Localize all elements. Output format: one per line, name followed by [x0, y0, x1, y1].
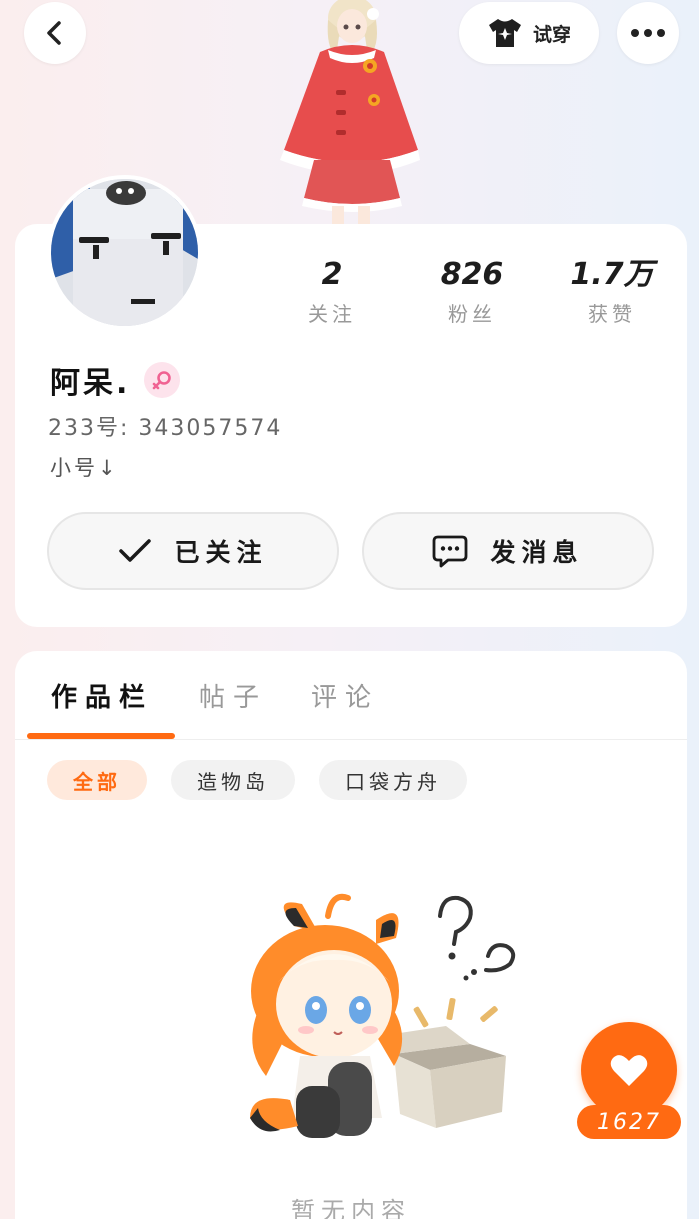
empty-state-text: 暂无内容 — [291, 1197, 411, 1219]
like-button[interactable] — [581, 1022, 677, 1118]
character-avatar-figure[interactable] — [270, 0, 430, 225]
user-avatar[interactable] — [47, 175, 202, 330]
like-count: 1627 — [577, 1105, 681, 1139]
stat-followers[interactable]: 826 粉丝 — [402, 258, 542, 327]
tab-posts[interactable]: 帖子 — [199, 677, 267, 714]
followed-button[interactable]: 已关注 — [47, 512, 339, 590]
profile-stats: 2 关注 826 粉丝 1.7万 获赞 — [262, 258, 682, 327]
stat-followers-label: 粉丝 — [448, 302, 496, 326]
send-message-label: 发消息 — [490, 538, 584, 567]
try-on-button[interactable]: 试穿 — [459, 2, 599, 64]
filter-pocket-ark[interactable]: 口袋方舟 — [319, 760, 467, 800]
followed-button-label: 已关注 — [174, 538, 268, 567]
chevron-left-icon — [47, 21, 61, 45]
heart-icon — [610, 1055, 648, 1086]
tab-comments[interactable]: 评论 — [311, 677, 379, 714]
avatar-image — [51, 179, 198, 326]
username: 阿呆. — [50, 366, 131, 401]
try-on-label: 试穿 — [532, 23, 571, 46]
more-options-button[interactable] — [617, 2, 679, 64]
empty-state-illustration — [250, 893, 516, 1138]
back-button[interactable] — [24, 2, 86, 64]
filter-all[interactable]: 全部 — [47, 760, 147, 800]
checkmark-icon — [119, 539, 152, 562]
active-tab-indicator — [27, 733, 175, 739]
stat-following-label: 关注 — [308, 302, 356, 326]
stat-likes[interactable]: 1.7万 获赞 — [542, 258, 682, 327]
user-id: 233号: 343057574 — [48, 416, 283, 441]
content-tabs: 作品栏 帖子 评论 — [15, 651, 687, 740]
filter-creation-island[interactable]: 造物岛 — [171, 760, 295, 800]
tshirt-icon — [488, 19, 521, 47]
filter-chips: 全部 造物岛 口袋方舟 — [47, 760, 467, 800]
chat-bubble-icon — [433, 535, 468, 568]
stat-likes-value: 1.7万 — [570, 257, 654, 292]
user-bio: 小号↓ — [50, 456, 119, 480]
stat-following[interactable]: 2 关注 — [262, 258, 402, 327]
female-gender-icon — [144, 362, 181, 398]
name-row: 阿呆. — [50, 358, 181, 402]
stat-followers-value: 826 — [440, 257, 504, 292]
send-message-button[interactable]: 发消息 — [362, 512, 654, 590]
tab-works[interactable]: 作品栏 — [51, 677, 153, 714]
stat-likes-label: 获赞 — [588, 302, 636, 326]
more-dots-icon — [631, 29, 665, 37]
stat-following-value: 2 — [321, 257, 343, 292]
